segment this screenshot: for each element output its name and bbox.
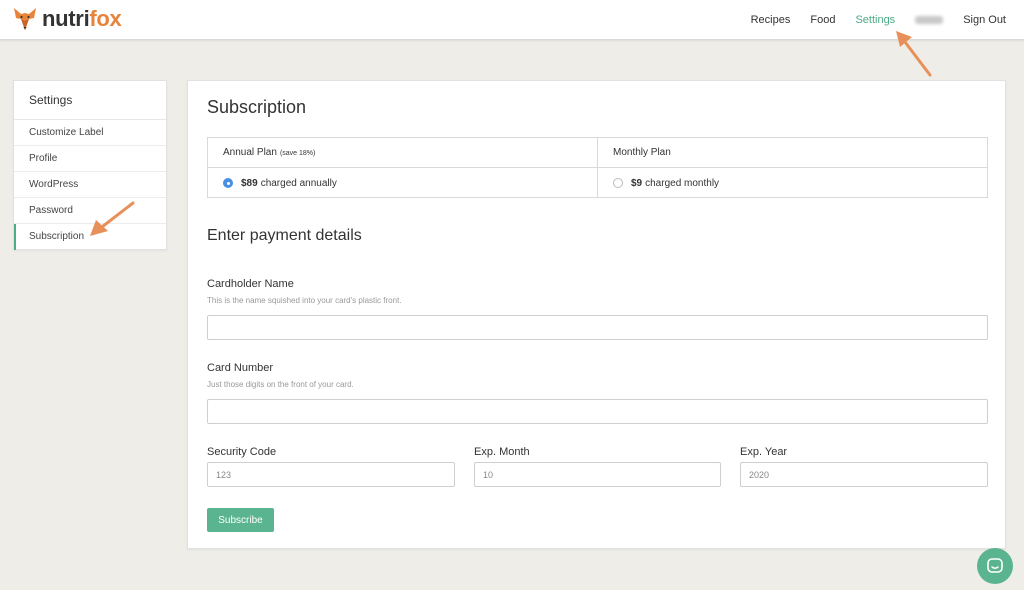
plan-monthly: Monthly Plan $9 charged monthly xyxy=(597,138,987,197)
plan-monthly-header: Monthly Plan xyxy=(598,138,987,168)
subscription-panel: Subscription Annual Plan (save 18%) $89 c… xyxy=(187,80,1006,549)
exp-month-input[interactable] xyxy=(474,462,721,487)
sidebar-item-profile[interactable]: Profile xyxy=(14,146,166,172)
cardholder-name-input[interactable] xyxy=(207,315,988,340)
plan-annual: Annual Plan (save 18%) $89 charged annual… xyxy=(208,138,597,197)
brand-logo[interactable]: nutrifox xyxy=(12,6,122,32)
exp-month-label: Exp. Month xyxy=(474,446,530,458)
fox-logo-icon xyxy=(14,8,36,30)
plan-selector: Annual Plan (save 18%) $89 charged annual… xyxy=(207,137,988,198)
nav-settings[interactable]: Settings xyxy=(855,14,895,26)
annotation-arrow-subscription xyxy=(90,201,135,236)
main-nav: Recipes Food Settings Sign Out xyxy=(731,0,1006,40)
plan-annual-price: $89 xyxy=(241,177,258,189)
nav-account-blurred[interactable] xyxy=(915,16,944,24)
brand-name: nutrifox xyxy=(42,6,122,31)
card-number-help: Just those digits on the front of your c… xyxy=(207,380,354,389)
exp-year-input[interactable] xyxy=(740,462,988,487)
chat-launcher-button[interactable] xyxy=(977,548,1013,584)
plan-monthly-option[interactable]: $9 charged monthly xyxy=(598,168,987,198)
cardholder-help: This is the name squished into your card… xyxy=(207,296,402,305)
plan-annual-option[interactable]: $89 charged annually xyxy=(208,168,597,198)
plan-monthly-desc: charged monthly xyxy=(645,177,720,189)
exp-year-label: Exp. Year xyxy=(740,446,788,458)
plan-annual-save-note: (save 18%) xyxy=(279,150,316,157)
top-navigation-bar: nutrifox Recipes Food Settings Sign Out xyxy=(0,0,1024,40)
subscription-heading: Subscription xyxy=(207,97,307,117)
nav-food[interactable]: Food xyxy=(810,14,835,26)
chat-bubble-icon xyxy=(987,558,1003,573)
annotation-arrow-settings xyxy=(896,31,932,77)
plan-monthly-radio[interactable] xyxy=(613,178,623,188)
card-number-input[interactable] xyxy=(207,399,988,424)
subscribe-button[interactable]: Subscribe xyxy=(207,508,274,532)
plan-annual-radio[interactable] xyxy=(223,178,233,188)
card-number-label: Card Number xyxy=(207,362,274,374)
plan-annual-header: Annual Plan (save 18%) xyxy=(208,138,597,168)
security-code-label: Security Code xyxy=(207,446,277,458)
nav-recipes[interactable]: Recipes xyxy=(751,14,791,26)
sidebar-item-wordpress[interactable]: WordPress xyxy=(14,172,166,198)
cardholder-label: Cardholder Name xyxy=(207,278,294,290)
plan-annual-name: Annual Plan xyxy=(223,147,277,158)
nav-sign-out[interactable]: Sign Out xyxy=(963,14,1006,26)
sidebar-item-customize-label[interactable]: Customize Label xyxy=(14,120,166,146)
plan-monthly-name: Monthly Plan xyxy=(613,147,671,158)
sidebar-title: Settings xyxy=(14,81,166,120)
plan-monthly-price: $9 xyxy=(631,177,643,189)
security-code-input[interactable] xyxy=(207,462,455,487)
plan-annual-desc: charged annually xyxy=(260,177,337,189)
payment-heading: Enter payment details xyxy=(207,227,362,244)
